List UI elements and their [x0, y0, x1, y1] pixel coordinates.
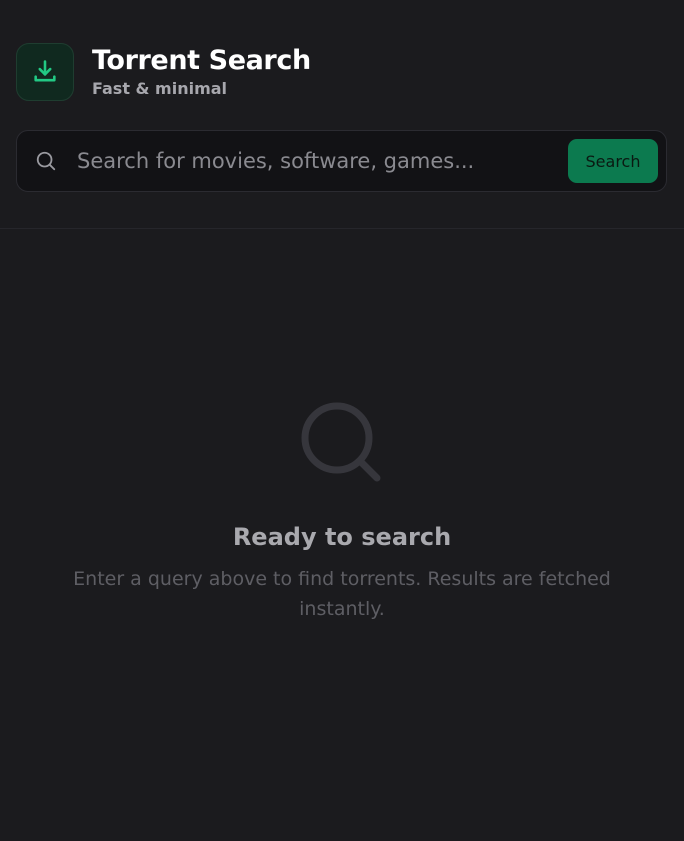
header-divider	[0, 228, 684, 229]
app-subtitle: Fast & minimal	[92, 79, 228, 98]
app-window: Torrent Search Fast & minimal Search Rea…	[0, 0, 684, 841]
search-bar: Search	[16, 130, 667, 192]
search-input[interactable]	[77, 141, 568, 181]
search-button[interactable]: Search	[568, 139, 658, 183]
download-icon	[34, 60, 56, 82]
empty-state-description: Enter a query above to find torrents. Re…	[73, 568, 611, 620]
app-header: Torrent Search Fast & minimal	[16, 43, 311, 101]
search-icon	[35, 150, 57, 172]
search-icon	[301, 402, 381, 482]
app-title: Torrent Search	[92, 45, 311, 76]
app-logo	[16, 43, 74, 101]
title-block: Torrent Search Fast & minimal	[92, 45, 311, 99]
empty-state: Ready to search Enter a query above to f…	[0, 400, 684, 624]
empty-state-title: Ready to search	[232, 523, 452, 551]
